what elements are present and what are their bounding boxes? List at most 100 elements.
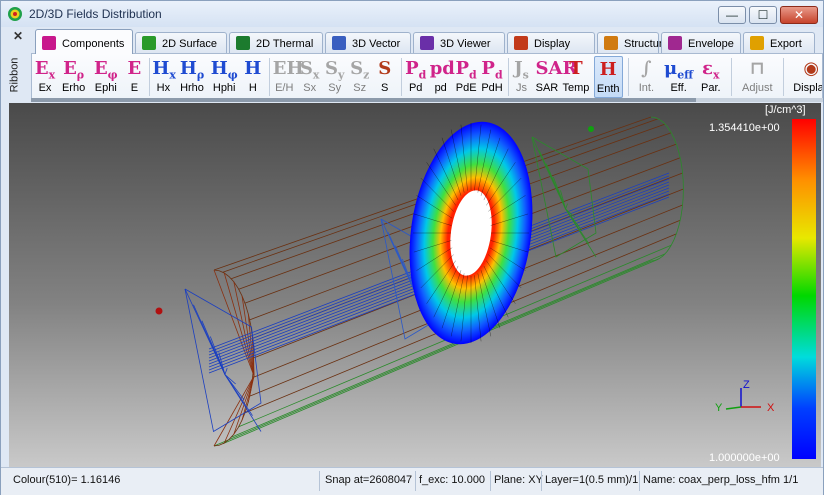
ribbon-button-e-h[interactable]: EH E/H — [273, 56, 304, 98]
ribbon-glyph-icon: μeff — [664, 58, 694, 82]
ribbon-button-label: Hrho — [180, 82, 204, 94]
ribbon-button-label: H — [248, 82, 257, 94]
ribbon-button-enth[interactable]: H Enth — [593, 56, 623, 98]
ribbon-glyph-icon: εx — [702, 58, 720, 82]
tab-3d-vector[interactable]: 3D Vector — [325, 32, 411, 53]
app-logo-icon — [8, 7, 22, 21]
ribbon-button-h[interactable]: HH — [242, 56, 264, 98]
status-fexc: f_exc: 10.000 — [419, 474, 486, 486]
ribbon-glyph-icon: Pd — [405, 58, 427, 82]
ribbon-button-pd[interactable]: pd pd — [429, 56, 455, 98]
ribbon-button-display[interactable]: ◉ Display — [787, 56, 822, 98]
window-title: 2D/3D Fields Distribution — [29, 7, 162, 21]
tab-bar: Components 2D Surface 2D Thermal 3D Vector 3… — [35, 29, 821, 54]
ribbon-glyph-icon: Sy — [324, 58, 345, 82]
ribbon-button-pd[interactable]: Pd Pd — [405, 56, 427, 98]
ribbon-button-sy[interactable]: Sy Sy — [324, 56, 346, 98]
tab-label: 2D Thermal — [256, 38, 314, 50]
tab-2d-thermal[interactable]: 2D Thermal — [229, 32, 323, 53]
ribbon-scroll-thumb[interactable] — [31, 98, 696, 102]
close-button[interactable]: ✕ — [780, 6, 818, 24]
app-window: 2D/3D Fields Distribution — ☐ ✕ ✕ Ribbon… — [0, 0, 824, 495]
ribbon-glyph-icon: Eφ — [93, 58, 118, 82]
legend-max-value: 1.354410e+00 — [709, 122, 780, 134]
ribbon-button-label: Sx — [303, 82, 317, 94]
ribbon-button-label: Eff. — [670, 82, 687, 94]
tab-display[interactable]: Display — [507, 32, 595, 53]
legend-unit: [J/cm^3] — [765, 104, 806, 116]
tab-structure[interactable]: Structure — [597, 32, 669, 53]
title-bar: 2D/3D Fields Distribution — ☐ ✕ — [1, 1, 823, 27]
tab-label: Envelope — [688, 38, 734, 50]
ribbon-glyph-icon: T — [569, 58, 583, 79]
status-plane: Plane: XY — [494, 474, 543, 486]
ribbon-button-ex[interactable]: Ex Ex — [34, 56, 56, 98]
ribbon-glyph-icon: ∫ — [641, 58, 652, 79]
ribbon-scrollbar[interactable] — [31, 98, 823, 102]
ribbon-button-label: E — [130, 82, 139, 94]
ribbon-glyph-icon: S — [378, 58, 392, 79]
tab-label: Components — [62, 38, 125, 50]
ribbon-button-s[interactable]: SS — [374, 56, 396, 98]
ribbon-button-label: Erho — [61, 82, 86, 94]
maximize-button[interactable]: ☐ — [749, 6, 777, 24]
ribbon-button-label: Sz — [353, 82, 367, 94]
status-colour: Colour(510)= 1.16146 — [13, 474, 121, 486]
ribbon-button-erho[interactable]: Eρ Erho — [59, 56, 88, 98]
ribbon-button-par-[interactable]: εx Par. — [696, 56, 725, 98]
tab-label: Display — [534, 38, 571, 50]
3d-viewport[interactable]: Z X Y [J/cm^3] 1.354410e+00 1.000000e+00 — [9, 103, 821, 467]
ribbon-glyph-icon: Pd — [455, 58, 477, 82]
ribbon-side-label: Ribbon — [8, 57, 21, 93]
ribbon-button-adjust[interactable]: ⊓ Adjust — [736, 56, 778, 98]
ribbon-button-label: Ex — [38, 82, 52, 94]
axis-label-z: Z — [743, 379, 750, 391]
ribbon-button-ephi[interactable]: Eφ Ephi — [91, 56, 120, 98]
ribbon-glyph-icon: E — [127, 58, 142, 79]
ribbon-button-pde[interactable]: Pd PdE — [455, 56, 478, 98]
ribbon-button-label: Ephi — [94, 82, 117, 94]
ribbon-button-eff-[interactable]: μeff Eff. — [664, 56, 693, 98]
ribbon-button-label: PdH — [481, 82, 503, 94]
ribbon-button-int-[interactable]: ∫ Int. — [632, 56, 661, 98]
axis-label-y: Y — [715, 402, 723, 414]
tab-label: 2D Surface — [162, 38, 218, 50]
ribbon-button-label: Temp — [562, 82, 590, 94]
status-name: Name: coax_perp_loss_hfm 1/1 — [643, 474, 799, 486]
tab-envelope[interactable]: Envelope — [661, 32, 741, 53]
ribbon-button-sar[interactable]: SAR SAR — [535, 56, 578, 98]
ribbon-glyph-icon: Hφ — [210, 58, 238, 82]
tab-components[interactable]: Components — [35, 29, 133, 54]
ribbon-button-e[interactable]: EE — [123, 56, 145, 98]
minimize-button[interactable]: — — [718, 6, 746, 24]
ribbon-button-hx[interactable]: Hx Hx — [152, 56, 176, 98]
ribbon-button-label: S — [381, 82, 389, 94]
tab-export[interactable]: Export — [743, 32, 815, 53]
ribbon-button-hrho[interactable]: Hρ Hrho — [177, 56, 206, 98]
ribbon-button-temp[interactable]: T Temp — [561, 56, 590, 98]
ribbon-button-label: SAR — [535, 82, 559, 94]
export-icon — [750, 36, 764, 50]
ribbon-button-pdh[interactable]: Pd PdH — [481, 56, 504, 98]
viewer-icon — [420, 36, 434, 50]
ribbon-glyph-icon: ⊓ — [749, 58, 765, 79]
thermal-icon — [236, 36, 250, 50]
structure-icon — [604, 36, 618, 50]
field-scene[interactable]: Z X Y — [9, 103, 821, 467]
ribbon-glyph-icon: Sx — [299, 58, 320, 82]
tab-2d-surface[interactable]: 2D Surface — [135, 32, 227, 53]
ribbon-button-label: E/H — [275, 82, 294, 94]
ribbon-button-sx[interactable]: Sx Sx — [299, 56, 321, 98]
ribbon-button-js[interactable]: Js Js — [511, 56, 533, 98]
ribbon-glyph-icon: Hρ — [179, 58, 205, 82]
display-icon — [514, 36, 528, 50]
tab-3d-viewer[interactable]: 3D Viewer — [413, 32, 505, 53]
ribbon-glyph-icon: Pd — [481, 58, 503, 82]
ribbon-glyph-icon: pd — [429, 58, 455, 79]
components-icon — [42, 36, 56, 50]
ribbon-button-label: Pd — [408, 82, 423, 94]
tab-label: Export — [770, 38, 802, 50]
ribbon-close-icon[interactable]: ✕ — [13, 29, 23, 43]
ribbon-button-sz[interactable]: Sz Sz — [349, 56, 371, 98]
ribbon-button-hphi[interactable]: Hφ Hphi — [210, 56, 239, 98]
